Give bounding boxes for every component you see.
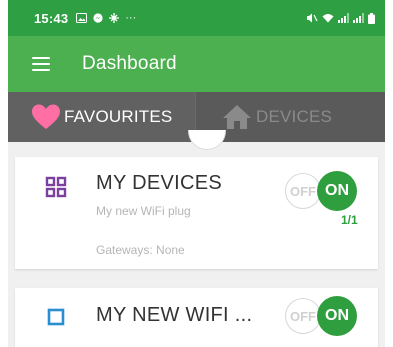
device-card-my-devices[interactable]: MY DEVICES My new WiFi plug Gateways: No… [15,157,378,269]
square-icon [47,308,65,326]
device-name: MY DEVICES [96,172,222,194]
device-name: MY NEW WIFI ... [96,304,253,326]
more-notifications: ··· [125,12,137,24]
off-button[interactable]: OFF [285,173,321,209]
device-card-my-new-wifi[interactable]: MY NEW WIFI ... OFF ON [15,288,378,347]
status-notification-icons: ··· [76,12,136,24]
grid-icon [45,176,67,198]
app-bar: Dashboard [8,36,385,92]
house-icon [223,105,251,129]
messenger-notification-icon [93,13,103,23]
active-count: 1/1 [341,213,358,227]
battery-icon [368,12,375,24]
vpn-notification-icon [109,13,120,23]
signal-icon-2 [353,13,364,23]
image-notification-icon [76,13,88,23]
tab-favourites-label: FAVOURITES [64,107,173,126]
off-button[interactable]: OFF [285,298,321,334]
signal-icon-1 [338,13,349,23]
tab-indicator-bump [188,130,226,150]
on-button[interactable]: ON [317,171,357,211]
tab-favourites[interactable]: FAVOURITES [8,92,196,142]
power-toggle[interactable]: OFF ON [285,171,357,211]
status-system-icons [306,12,375,24]
power-toggle[interactable]: OFF ON [285,296,357,336]
page-title: Dashboard [82,53,177,74]
mute-icon [307,13,318,23]
tab-devices-label: DEVICES [256,107,333,126]
status-bar: 15:43 ··· [8,0,385,36]
status-time: 15:43 [34,10,69,26]
hamburger-menu-icon[interactable] [32,57,50,71]
on-button[interactable]: ON [317,296,357,336]
app-screen: 15:43 ··· Dashboard FAVOURITES DEVICES M… [8,0,385,347]
device-gateways: Gateways: None [96,243,185,257]
wifi-icon [322,14,334,23]
heart-icon [32,104,60,129]
device-subtitle: My new WiFi plug [96,204,191,218]
